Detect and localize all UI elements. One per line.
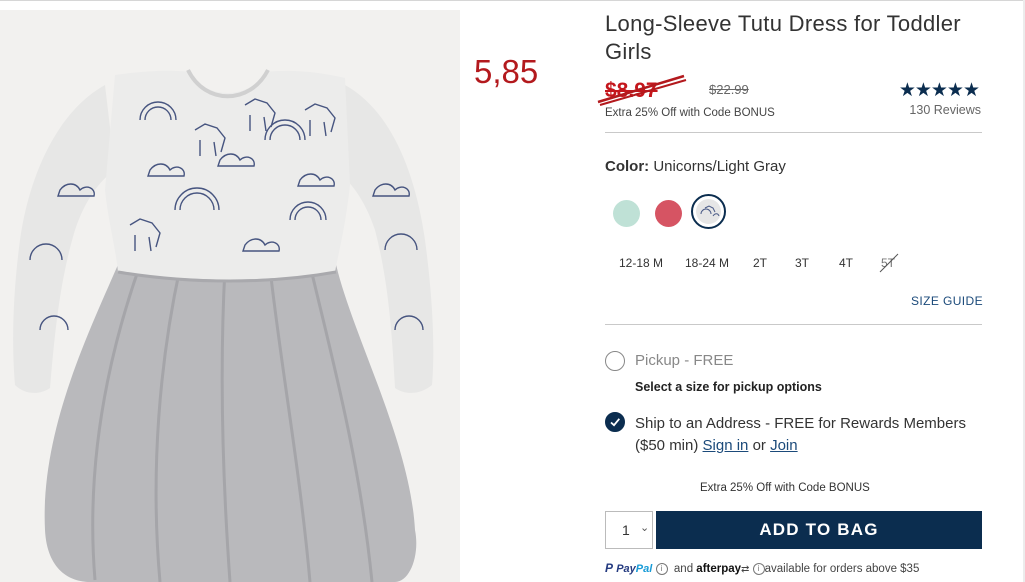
info-icon[interactable]: i: [655, 563, 668, 575]
ship-label: Ship to an Address - FREE for Rewards Me…: [635, 413, 980, 457]
dress-illustration: [13, 69, 434, 582]
size-option[interactable]: 3T: [795, 256, 809, 270]
rating-stars-icon[interactable]: ★★★★★: [899, 79, 980, 102]
pickup-label[interactable]: Pickup - FREE: [635, 352, 733, 369]
top-border: [0, 0, 1025, 1]
divider: [605, 324, 982, 325]
pickup-subtext: Select a size for pickup options: [635, 380, 822, 394]
add-to-bag-button[interactable]: ADD TO BAG: [656, 511, 982, 549]
checkmark-icon: [610, 418, 620, 427]
size-option[interactable]: 2T: [753, 256, 767, 270]
size-option[interactable]: 12-18 M: [619, 256, 663, 270]
divider: [605, 132, 982, 133]
ship-radio[interactable]: [605, 412, 625, 432]
ship-text[interactable]: Ship to an Address - FREE for Rewards Me…: [635, 415, 966, 454]
afterpay-availability: available for orders above $35: [764, 563, 920, 575]
and-text: and: [673, 563, 694, 575]
color-label: Color:: [605, 158, 650, 175]
paypal-logo-icon: P: [605, 561, 614, 575]
sign-in-link[interactable]: Sign in: [703, 437, 749, 454]
payment-options: P PayPal i and afterpay⇄ i available for …: [605, 561, 919, 575]
reviews-link[interactable]: 130 Reviews: [909, 103, 981, 117]
pickup-radio[interactable]: [605, 351, 625, 371]
color-value: Unicorns/Light Gray: [653, 158, 786, 175]
sale-price: $8.97: [605, 79, 658, 102]
size-option[interactable]: 4T: [839, 256, 853, 270]
join-link[interactable]: Join: [770, 437, 798, 454]
price-annotation: 5,85: [474, 53, 539, 90]
color-selected: Color: Unicorns/Light Gray: [605, 158, 786, 175]
swatch-unicorns-light-gray[interactable]: [691, 194, 726, 229]
paypal-pal: Pal: [635, 563, 653, 575]
unicorn-pattern-icon: [696, 199, 721, 224]
chevron-down-icon: ⌄: [640, 522, 650, 534]
info-icon[interactable]: i: [752, 563, 765, 575]
swatch-coral-red[interactable]: [655, 200, 682, 227]
promo-text: Extra 25% Off with Code BONUS: [605, 107, 775, 119]
paypal-pay: Pay: [616, 563, 636, 575]
size-option[interactable]: 18-24 M: [685, 256, 729, 270]
quantity-select[interactable]: 1 ⌄: [605, 511, 653, 549]
quantity-value: 1: [622, 522, 630, 538]
afterpay-logo: afterpay: [696, 563, 742, 575]
or-text: or: [752, 437, 766, 454]
swatch-mint[interactable]: [613, 200, 640, 227]
product-title: Long-Sleeve Tutu Dress for Toddler Girls: [605, 11, 961, 64]
afterpay-arrows-icon: ⇄: [741, 564, 750, 575]
promo-text-bottom: Extra 25% Off with Code BONUS: [700, 482, 870, 494]
paypal-wordmark: PayPal: [616, 563, 652, 575]
product-image[interactable]: [0, 10, 460, 582]
size-guide-link[interactable]: SIZE GUIDE: [911, 294, 983, 308]
unavailable-slash-icon: [879, 253, 899, 273]
original-price: $22.99: [709, 82, 749, 97]
size-option-unavailable[interactable]: 5T: [879, 253, 899, 273]
